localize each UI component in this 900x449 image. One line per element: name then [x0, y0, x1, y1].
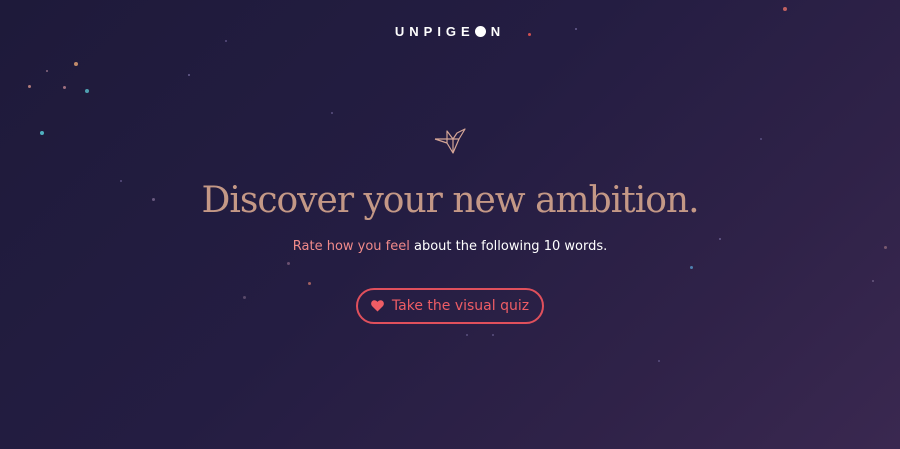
star-dot [287, 262, 290, 265]
star-dot [872, 280, 874, 282]
origami-bird-icon [434, 128, 466, 154]
star-dot [85, 89, 89, 93]
star-dot [690, 266, 693, 269]
star-dot [331, 112, 333, 114]
star-dot [308, 282, 311, 285]
star-dot [63, 86, 66, 89]
star-dot [74, 62, 78, 66]
star-dot [658, 360, 660, 362]
hero-headline: Discover your new ambition. [201, 180, 699, 221]
hero-subline: Rate how you feel about the following 10… [0, 239, 900, 254]
star-dot [783, 7, 787, 11]
heart-icon [371, 300, 384, 312]
star-dot [760, 138, 762, 140]
star-dot [243, 296, 246, 299]
brand-logo[interactable]: UNPIGE N [0, 24, 900, 39]
star-dot [492, 334, 494, 336]
logo-text-end: N [490, 24, 506, 39]
star-dot [188, 74, 190, 76]
starfield-background [0, 0, 900, 449]
take-quiz-label: Take the visual quiz [391, 298, 530, 314]
subline-accent: Rate how you feel [292, 239, 410, 254]
take-quiz-button[interactable]: Take the visual quiz [356, 288, 544, 324]
logo-text: UNPIGE [394, 24, 475, 39]
star-dot [46, 70, 48, 72]
star-dot [466, 334, 468, 336]
logo-circle-icon [474, 26, 486, 37]
star-dot [28, 85, 31, 88]
star-dot [40, 131, 44, 135]
star-dot [225, 40, 227, 42]
subline-text: about the following 10 words. [409, 239, 608, 254]
